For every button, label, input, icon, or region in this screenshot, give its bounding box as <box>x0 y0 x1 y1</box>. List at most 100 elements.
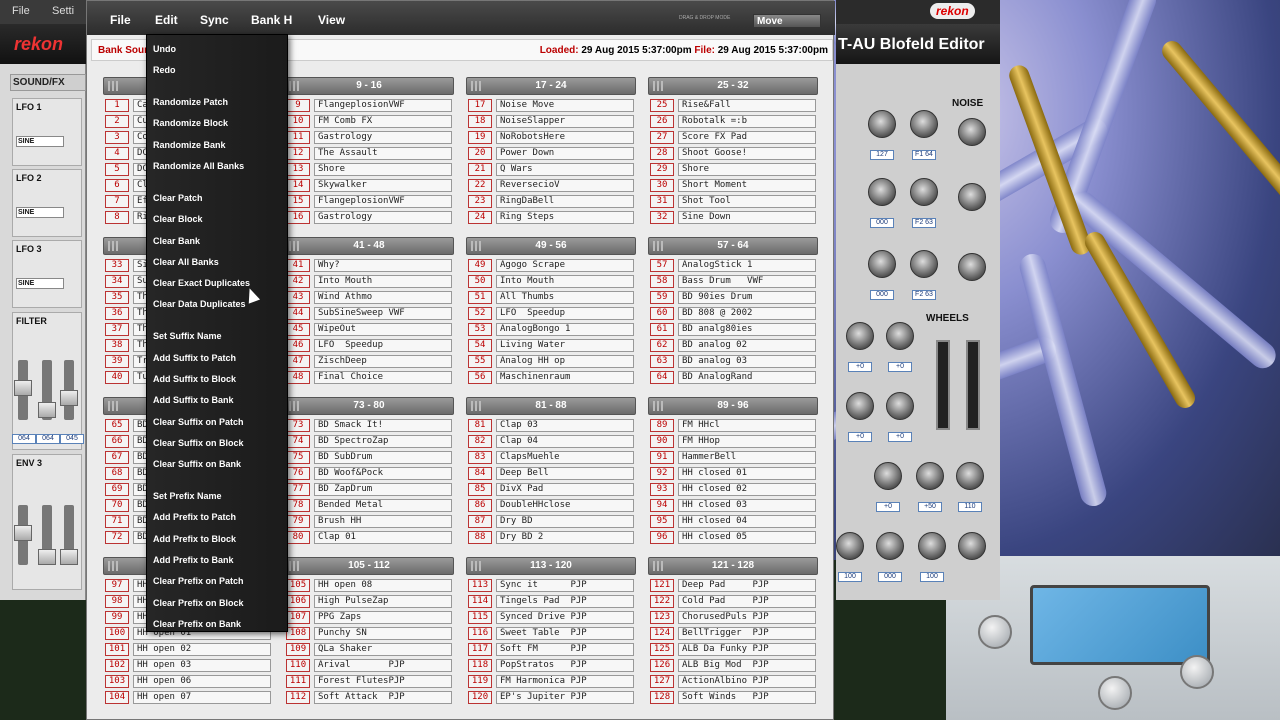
block-header[interactable]: 17 - 24 <box>466 77 636 95</box>
patch-number[interactable]: 35 <box>105 291 129 304</box>
patch-name[interactable]: BellTrigger PJP <box>678 627 816 640</box>
patch-number[interactable]: 5 <box>105 163 129 176</box>
patch-row[interactable]: 94 HH closed 03 <box>648 498 818 514</box>
block-header[interactable]: 25 - 32 <box>648 77 818 95</box>
patch-number[interactable]: 22 <box>468 179 492 192</box>
patch-name[interactable]: Analog HH op <box>496 355 634 368</box>
patch-row[interactable]: 106 High PulseZap <box>284 594 454 610</box>
patch-row[interactable]: 127 ActionAlbino PJP <box>648 674 818 690</box>
patch-name[interactable]: BD SubDrum <box>314 451 452 464</box>
patch-number[interactable]: 31 <box>650 195 674 208</box>
patch-number[interactable]: 72 <box>105 531 129 544</box>
menu-item-add-prefix-to-bank[interactable]: Add Prefix to Bank <box>147 549 287 570</box>
patch-row[interactable]: 61 BD analg80ies <box>648 322 818 338</box>
patch-number[interactable]: 80 <box>286 531 310 544</box>
menu-item-add-prefix-to-patch[interactable]: Add Prefix to Patch <box>147 506 287 527</box>
menu-item-clear-patch[interactable]: Clear Patch <box>147 187 287 208</box>
patch-name[interactable]: Clap 04 <box>496 435 634 448</box>
menu-item-add-suffix-to-bank[interactable]: Add Suffix to Bank <box>147 389 287 410</box>
patch-number[interactable]: 62 <box>650 339 674 352</box>
patch-number[interactable]: 95 <box>650 515 674 528</box>
patch-number[interactable]: 34 <box>105 275 129 288</box>
patch-row[interactable]: 13 Shore <box>284 162 454 178</box>
patch-number[interactable]: 120 <box>468 691 492 704</box>
patch-name[interactable]: Final Choice <box>314 371 452 384</box>
patch-number[interactable]: 47 <box>286 355 310 368</box>
drag-grip-icon[interactable] <box>108 401 120 411</box>
patch-number[interactable]: 75 <box>286 451 310 464</box>
patch-row[interactable]: 47 ZischDeep <box>284 354 454 370</box>
patch-name[interactable]: ClapsMuehle <box>496 451 634 464</box>
patch-number[interactable]: 117 <box>468 643 492 656</box>
patch-row[interactable]: 116 Sweet Table PJP <box>466 626 636 642</box>
patch-name[interactable]: FlangeplosionVWF <box>314 195 452 208</box>
patch-row[interactable]: 80 Clap 01 <box>284 530 454 546</box>
patch-number[interactable]: 79 <box>286 515 310 528</box>
patch-name[interactable]: AnalogBongo 1 <box>496 323 634 336</box>
patch-number[interactable]: 68 <box>105 467 129 480</box>
patch-name[interactable]: NoiseSlapper <box>496 115 634 128</box>
patch-number[interactable]: 46 <box>286 339 310 352</box>
patch-name[interactable]: Shot Tool <box>678 195 816 208</box>
patch-name[interactable]: Tingels Pad PJP <box>496 595 634 608</box>
patch-number[interactable]: 15 <box>286 195 310 208</box>
block-header[interactable]: 73 - 80 <box>284 397 454 415</box>
patch-name[interactable]: HH open 08 <box>314 579 452 592</box>
menu-item-clear-data-duplicates[interactable]: Clear Data Duplicates <box>147 293 287 314</box>
patch-number[interactable]: 118 <box>468 659 492 672</box>
patch-number[interactable]: 100 <box>105 627 129 640</box>
patch-number[interactable]: 99 <box>105 611 129 624</box>
patch-name[interactable]: Brush HH <box>314 515 452 528</box>
patch-row[interactable]: 122 Cold Pad PJP <box>648 594 818 610</box>
synth-knob[interactable] <box>958 532 986 560</box>
patch-row[interactable]: 77 BD ZapDrum <box>284 482 454 498</box>
drag-grip-icon[interactable] <box>653 401 665 411</box>
patch-row[interactable]: 53 AnalogBongo 1 <box>466 322 636 338</box>
patch-row[interactable]: 21 Q Wars <box>466 162 636 178</box>
patch-number[interactable]: 50 <box>468 275 492 288</box>
patch-number[interactable]: 58 <box>650 275 674 288</box>
patch-number[interactable]: 30 <box>650 179 674 192</box>
patch-number[interactable]: 78 <box>286 499 310 512</box>
patch-row[interactable]: 114 Tingels Pad PJP <box>466 594 636 610</box>
patch-name[interactable]: Deep Pad PJP <box>678 579 816 592</box>
patch-number[interactable]: 10 <box>286 115 310 128</box>
patch-name[interactable]: Dry BD 2 <box>496 531 634 544</box>
patch-number[interactable]: 94 <box>650 499 674 512</box>
patch-name[interactable]: Gastrology <box>314 211 452 224</box>
drag-drop-mode-select[interactable]: Move <box>753 14 821 28</box>
patch-number[interactable]: 124 <box>650 627 674 640</box>
patch-row[interactable]: 50 Into Mouth <box>466 274 636 290</box>
patch-name[interactable]: BD Woof&Pock <box>314 467 452 480</box>
patch-name[interactable]: HH closed 05 <box>678 531 816 544</box>
menu-item-randomize-all-banks[interactable]: Randomize All Banks <box>147 155 287 176</box>
patch-row[interactable]: 62 BD analog 02 <box>648 338 818 354</box>
patch-row[interactable]: 64 BD AnalogRand <box>648 370 818 386</box>
patch-number[interactable]: 89 <box>650 419 674 432</box>
patch-name[interactable]: HH open 06 <box>133 675 271 688</box>
patch-name[interactable]: RingDaBell <box>496 195 634 208</box>
patch-row[interactable]: 15 FlangeplosionVWF <box>284 194 454 210</box>
patch-name[interactable]: Sine Down <box>678 211 816 224</box>
patch-name[interactable]: EP's Jupiter PJP <box>496 691 634 704</box>
block-header[interactable]: 89 - 96 <box>648 397 818 415</box>
block-header[interactable]: 41 - 48 <box>284 237 454 255</box>
patch-name[interactable]: Bass Drum VWF <box>678 275 816 288</box>
patch-name[interactable]: BD SpectroZap <box>314 435 452 448</box>
patch-number[interactable]: 16 <box>286 211 310 224</box>
patch-name[interactable]: FM Comb FX <box>314 115 452 128</box>
menu-item-clear-bank[interactable]: Clear Bank <box>147 230 287 251</box>
patch-row[interactable]: 54 Living Water <box>466 338 636 354</box>
patch-row[interactable]: 128 Soft Winds PJP <box>648 690 818 706</box>
patch-row[interactable]: 31 Shot Tool <box>648 194 818 210</box>
patch-number[interactable]: 112 <box>286 691 310 704</box>
patch-number[interactable]: 63 <box>650 355 674 368</box>
synth-knob[interactable] <box>836 532 864 560</box>
menu-item-randomize-block[interactable]: Randomize Block <box>147 112 287 133</box>
menu-item-undo[interactable]: Undo <box>147 38 287 59</box>
synth-knob[interactable] <box>958 118 986 146</box>
patch-name[interactable]: PopStratos PJP <box>496 659 634 672</box>
menu-view[interactable]: View <box>318 13 345 27</box>
patch-number[interactable]: 87 <box>468 515 492 528</box>
patch-number[interactable]: 64 <box>650 371 674 384</box>
